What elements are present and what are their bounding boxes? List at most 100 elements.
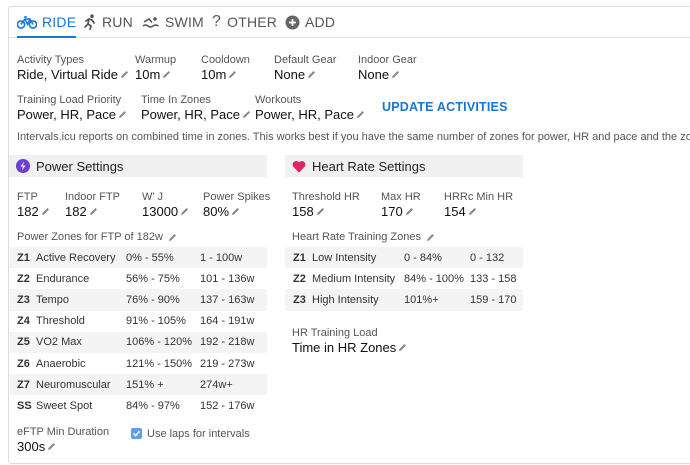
hr-settings-header: Heart Rate Settings — [285, 155, 523, 177]
checkmark-icon — [132, 430, 141, 437]
update-activities-button[interactable]: UPDATE ACTIVITIES — [382, 100, 508, 114]
zone-watts-cell: 1 - 100w — [200, 247, 267, 269]
tab-run[interactable]: RUN — [83, 7, 133, 37]
hrrc-min-hr-value: 154 — [444, 204, 466, 219]
ftp-value: 182 — [17, 204, 39, 219]
training-load-priority-field[interactable]: Power, HR, Pace — [17, 107, 127, 122]
eftp-min-duration-field[interactable]: 300s — [17, 439, 56, 454]
zone-bpm-cell: 159 - 170 — [470, 289, 523, 311]
indoor-gear-field[interactable]: None — [358, 67, 400, 82]
power-zones-label: Power Zones for FTP of 182w — [17, 231, 163, 243]
use-laps-label[interactable]: Use laps for intervals — [147, 428, 250, 440]
tab-add-label: ADD — [305, 14, 336, 30]
zone-pct-cell: 101%+ — [404, 289, 470, 311]
edit-pencil-icon[interactable] — [180, 207, 189, 216]
workouts-value: Power, HR, Pace — [255, 107, 354, 122]
zone-name-cell: Sweet Spot — [36, 399, 93, 412]
zone-id-cell: Z1 — [9, 247, 36, 269]
edit-pencil-icon[interactable] — [231, 207, 240, 216]
cooldown-value: 10m — [201, 67, 227, 82]
tab-other[interactable]: ? OTHER — [212, 7, 277, 37]
warmup-value: 10m — [135, 67, 161, 82]
threshold-hr-label: Threshold HR — [292, 191, 360, 203]
hr-zone-row: Z3 High Intensity 101%+ 159 - 170 — [285, 289, 523, 311]
zone-watts-cell: 192 - 218w — [200, 331, 267, 353]
workouts-label: Workouts — [255, 94, 302, 106]
edit-pencil-icon[interactable] — [89, 207, 98, 216]
power-zone-row: Z5 VO2 Max 106% - 120% 192 - 218w — [9, 331, 267, 353]
default-gear-field[interactable]: None — [274, 67, 316, 82]
tab-swim[interactable]: SWIM — [142, 7, 204, 37]
hrrc-min-hr-field[interactable]: 154 — [444, 204, 477, 219]
edit-pencil-icon[interactable] — [118, 110, 127, 119]
zone-pct-cell: 121% - 150% — [126, 357, 193, 370]
zone-id-cell: Z4 — [17, 315, 30, 328]
edit-pencil-icon[interactable] — [242, 110, 251, 119]
zone-bpm-cell: 133 - 158 — [470, 272, 517, 285]
edit-pencil-icon[interactable] — [398, 343, 407, 352]
zone-watts-cell: 152 - 176w — [200, 399, 255, 412]
w-prime-field[interactable]: 13000 — [142, 204, 189, 219]
zone-name-cell: Low Intensity — [312, 247, 404, 269]
tab-ride[interactable]: RIDE — [17, 7, 77, 38]
edit-pencil-icon[interactable] — [41, 207, 50, 216]
zone-name-cell: Threshold — [36, 315, 85, 328]
edit-pencil-icon[interactable] — [120, 70, 129, 79]
edit-pencil-icon[interactable] — [405, 207, 414, 216]
zone-pct-cell: 0% - 55% — [126, 247, 200, 269]
default-gear-value: None — [274, 67, 306, 82]
zone-name-cell: Neuromuscular — [36, 374, 126, 396]
max-hr-field[interactable]: 170 — [381, 204, 414, 219]
edit-pencil-icon[interactable] — [228, 70, 237, 79]
edit-pencil-icon[interactable] — [168, 233, 177, 242]
edit-pencil-icon[interactable] — [316, 207, 325, 216]
edit-pencil-icon[interactable] — [162, 70, 171, 79]
hr-zones-label: Heart Rate Training Zones — [292, 231, 422, 243]
use-laps-checkbox[interactable] — [131, 428, 142, 439]
power-spikes-value: 80% — [203, 204, 230, 219]
ftp-field[interactable]: 182 — [17, 204, 50, 219]
run-icon — [84, 14, 95, 30]
zone-pct-cell: 151% + — [126, 374, 200, 396]
max-hr-label: Max HR — [381, 191, 421, 203]
time-in-zones-field[interactable]: Power, HR, Pace — [141, 107, 251, 122]
time-in-zones-label: Time In Zones — [141, 94, 211, 106]
power-spikes-label: Power Spikes — [203, 191, 271, 203]
eftp-min-duration-label: eFTP Min Duration — [17, 426, 110, 438]
question-icon: ? — [212, 13, 222, 30]
w-prime-value: 13000 — [142, 204, 179, 219]
indoor-ftp-value: 182 — [65, 204, 87, 219]
hr-training-load-field[interactable]: Time in HR Zones — [292, 340, 407, 355]
hr-zones-label-row[interactable]: Heart Rate Training Zones — [292, 231, 435, 243]
cooldown-field[interactable]: 10m — [201, 67, 237, 82]
threshold-hr-field[interactable]: 158 — [292, 204, 325, 219]
zone-id-cell: Z6 — [17, 357, 30, 370]
hr-zones-table: Z1 Low Intensity 0 - 84% 0 - 132 Z2 Medium In… — [285, 247, 523, 311]
zone-pct-cell: 76% - 90% — [126, 289, 200, 311]
power-spikes-field[interactable]: 80% — [203, 204, 240, 219]
edit-pencil-icon[interactable] — [356, 110, 365, 119]
edit-pencil-icon[interactable] — [391, 70, 400, 79]
power-zones-table: Z1 Active Recovery 0% - 55% 1 - 100w Z2 Endur… — [9, 247, 267, 417]
warmup-field[interactable]: 10m — [135, 67, 171, 82]
power-zone-row: Z4 Threshold 91% - 105% 164 - 191w — [9, 311, 267, 332]
activity-types-field[interactable]: Ride, Virtual Ride — [17, 67, 129, 82]
hrrc-min-hr-label: HRRc Min HR — [444, 191, 514, 203]
bike-icon — [17, 16, 37, 29]
indoor-gear-label: Indoor Gear — [358, 54, 417, 66]
hr-training-load-label: HR Training Load — [292, 327, 378, 339]
heart-icon — [292, 160, 306, 172]
power-zones-label-row[interactable]: Power Zones for FTP of 182w — [17, 231, 177, 243]
edit-pencil-icon[interactable] — [468, 207, 477, 216]
tab-ride-label: RIDE — [42, 14, 77, 30]
edit-pencil-icon[interactable] — [47, 442, 56, 451]
edit-pencil-icon[interactable] — [426, 233, 435, 242]
indoor-ftp-field[interactable]: 182 — [65, 204, 98, 219]
edit-pencil-icon[interactable] — [307, 70, 316, 79]
workouts-field[interactable]: Power, HR, Pace — [255, 107, 365, 122]
default-gear-label: Default Gear — [274, 54, 337, 66]
zone-id-cell: Z3 — [9, 289, 36, 311]
zone-name-cell: Active Recovery — [36, 247, 126, 269]
zone-name-cell: Tempo — [36, 289, 126, 311]
tab-add[interactable]: ADD — [285, 7, 335, 37]
